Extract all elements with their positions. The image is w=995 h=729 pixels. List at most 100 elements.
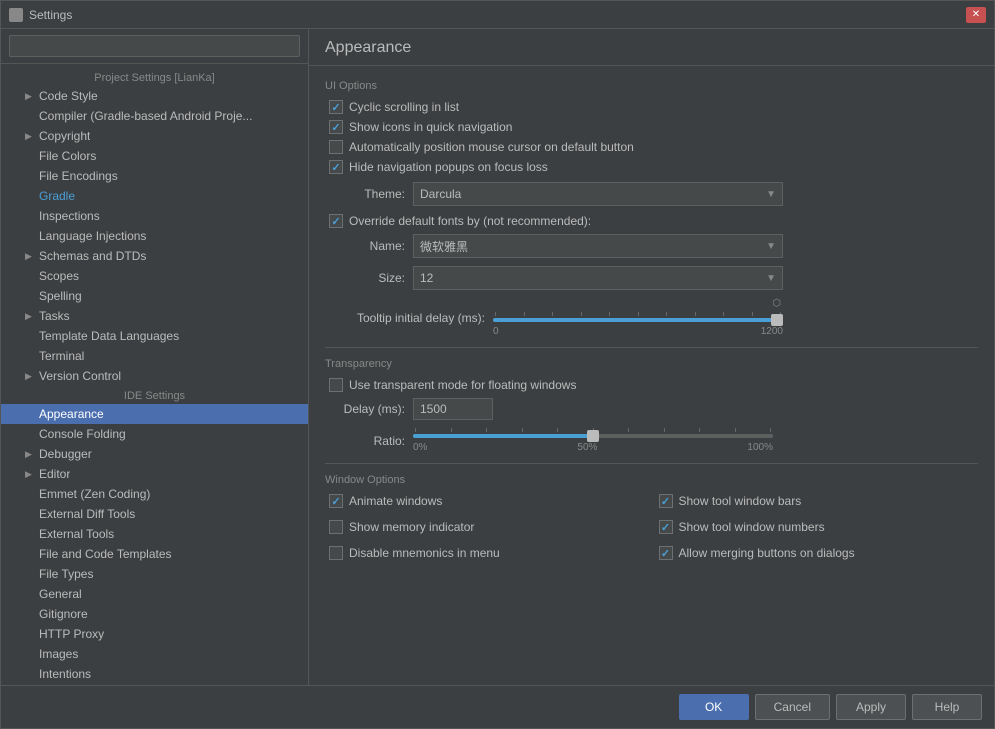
tree-item-terminal[interactable]: Terminal [1, 346, 308, 366]
tooltip-delay-track[interactable] [493, 318, 783, 322]
tree-item-debugger[interactable]: ▶ Debugger [1, 444, 308, 464]
hide-navigation-label: Hide navigation popups on focus loss [349, 160, 548, 174]
font-name-label: Name: [325, 239, 405, 253]
arrow-icon: ▶ [25, 91, 35, 102]
tree-item-editor[interactable]: ▶ Editor [1, 464, 308, 484]
auto-position-label: Automatically position mouse cursor on d… [349, 140, 634, 154]
ratio-thumb[interactable] [587, 430, 599, 442]
show-memory-indicator-checkbox[interactable] [329, 520, 343, 534]
tree-item-scopes[interactable]: Scopes [1, 266, 308, 286]
font-name-value: 微软雅黑 [420, 238, 468, 255]
apply-button[interactable]: Apply [836, 694, 906, 720]
tree-item-code-style[interactable]: ▶ Code Style [1, 86, 308, 106]
tree-item-gradle[interactable]: Gradle [1, 186, 308, 206]
search-input[interactable] [9, 35, 300, 57]
project-settings-header: Project Settings [LianKa] [1, 68, 308, 86]
transparency-label: Transparency [325, 358, 978, 370]
override-fonts-checkbox[interactable] [329, 214, 343, 228]
use-transparent-row: Use transparent mode for floating window… [325, 378, 978, 392]
tree-item-file-colors[interactable]: File Colors [1, 146, 308, 166]
tree-item-schemas-dtds[interactable]: ▶ Schemas and DTDs [1, 246, 308, 266]
tree-item-label: Copyright [39, 129, 90, 143]
theme-label: Theme: [325, 187, 405, 201]
settings-icon [9, 8, 23, 22]
disable-mnemonics-checkbox[interactable] [329, 546, 343, 560]
allow-merging-checkbox[interactable] [659, 546, 673, 560]
animate-windows-row: Animate windows [325, 494, 649, 508]
show-memory-indicator-label: Show memory indicator [349, 520, 474, 534]
hide-navigation-row: Hide navigation popups on focus loss [325, 160, 978, 174]
slider-labels: 0 1200 [493, 326, 783, 337]
show-tool-window-bars-checkbox[interactable] [659, 494, 673, 508]
tree-item-template-data-languages[interactable]: Template Data Languages [1, 326, 308, 346]
arrow-icon: ▶ [25, 311, 35, 322]
tree-item-compiler[interactable]: Compiler (Gradle-based Android Proje... [1, 106, 308, 126]
ratio-row: Ratio: [325, 428, 978, 453]
chevron-down-icon: ▼ [766, 273, 776, 284]
delay-ms-input[interactable] [413, 398, 493, 420]
tree-item-label: File and Code Templates [39, 547, 172, 561]
tree-item-version-control[interactable]: ▶ Version Control [1, 366, 308, 386]
tree-item-intentions[interactable]: Intentions [1, 664, 308, 684]
ratio-fill [413, 434, 593, 438]
tree-item-images[interactable]: Images [1, 644, 308, 664]
cancel-button[interactable]: Cancel [755, 694, 830, 720]
auto-position-checkbox[interactable] [329, 140, 343, 154]
settings-window: Settings ✕ Project Settings [LianKa] ▶ C… [0, 0, 995, 729]
tree-item-spelling[interactable]: Spelling [1, 286, 308, 306]
tree-item-emmet[interactable]: Emmet (Zen Coding) [1, 484, 308, 504]
tree-item-external-tools[interactable]: External Tools [1, 524, 308, 544]
tree-item-inspections[interactable]: Inspections [1, 206, 308, 226]
tree-item-gitignore[interactable]: Gitignore [1, 604, 308, 624]
theme-dropdown[interactable]: Darcula ▼ [413, 182, 783, 206]
window-options-divider [325, 463, 978, 464]
ratio-track[interactable] [413, 434, 773, 438]
font-size-dropdown[interactable]: 12 ▼ [413, 266, 783, 290]
tree-item-copyright[interactable]: ▶ Copyright [1, 126, 308, 146]
animate-windows-checkbox[interactable] [329, 494, 343, 508]
bottom-bar: OK Cancel Apply Help [1, 685, 994, 728]
show-tool-window-numbers-checkbox[interactable] [659, 520, 673, 534]
window-options-grid: Animate windows Show tool window bars Sh… [325, 494, 978, 566]
tree-item-console-folding[interactable]: Console Folding [1, 424, 308, 444]
tree-item-file-types[interactable]: File Types [1, 564, 308, 584]
tree-item-label: File Types [39, 567, 93, 581]
font-name-row: Name: 微软雅黑 ▼ [325, 234, 978, 258]
tree-item-general[interactable]: General [1, 584, 308, 604]
title-bar-left: Settings [9, 8, 72, 22]
tooltip-delay-label: Tooltip initial delay (ms): [325, 311, 485, 325]
cyclic-scrolling-checkbox[interactable] [329, 100, 343, 114]
search-box [1, 29, 308, 64]
tree-item-label: HTTP Proxy [39, 627, 104, 641]
arrow-icon: ▶ [25, 449, 35, 460]
arrow-icon: ▶ [25, 371, 35, 382]
tree-item-file-encodings[interactable]: File Encodings [1, 166, 308, 186]
tree-item-language-injections[interactable]: Language Injections [1, 226, 308, 246]
cyclic-scrolling-row: Cyclic scrolling in list [325, 100, 978, 114]
hide-navigation-checkbox[interactable] [329, 160, 343, 174]
slider-thumb[interactable] [771, 314, 783, 326]
tree-area[interactable]: Project Settings [LianKa] ▶ Code Style C… [1, 64, 308, 685]
show-icons-checkbox[interactable] [329, 120, 343, 134]
tree-item-appearance[interactable]: Appearance [1, 404, 308, 424]
tree-item-label: Compiler (Gradle-based Android Proje... [39, 109, 252, 123]
tree-item-tasks[interactable]: ▶ Tasks [1, 306, 308, 326]
tree-item-file-code-templates[interactable]: File and Code Templates [1, 544, 308, 564]
window-title: Settings [29, 8, 72, 22]
font-size-row: Size: 12 ▼ [325, 266, 978, 290]
ok-button[interactable]: OK [679, 694, 749, 720]
transparency-divider [325, 347, 978, 348]
tree-item-http-proxy[interactable]: HTTP Proxy [1, 624, 308, 644]
tree-item-external-diff-tools[interactable]: External Diff Tools [1, 504, 308, 524]
show-memory-indicator-row: Show memory indicator [325, 520, 649, 534]
help-button[interactable]: Help [912, 694, 982, 720]
show-icons-row: Show icons in quick navigation [325, 120, 978, 134]
tree-item-label: Tasks [39, 309, 70, 323]
tree-item-label: Gradle [39, 189, 75, 203]
cyclic-scrolling-label: Cyclic scrolling in list [349, 100, 459, 114]
use-transparent-checkbox[interactable] [329, 378, 343, 392]
font-name-dropdown[interactable]: 微软雅黑 ▼ [413, 234, 783, 258]
close-button[interactable]: ✕ [966, 7, 986, 23]
show-tool-window-numbers-row: Show tool window numbers [655, 520, 979, 534]
right-panel: Appearance UI Options Cyclic scrolling i… [309, 29, 994, 685]
